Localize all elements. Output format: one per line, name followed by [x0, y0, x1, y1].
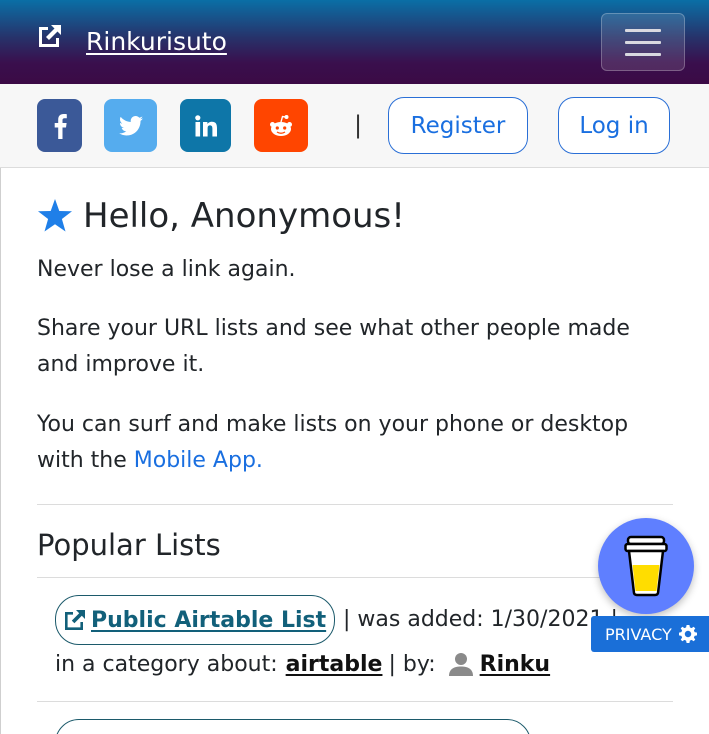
divider [37, 504, 673, 505]
external-link-icon [39, 25, 61, 47]
author-link[interactable]: Rinku [480, 652, 550, 677]
hamburger-icon-bar [625, 52, 661, 56]
category-link[interactable]: airtable [286, 652, 383, 677]
hamburger-icon-bar [625, 28, 661, 32]
by-label: | by: [388, 651, 436, 677]
list-link-pill[interactable] [55, 719, 531, 734]
divider [37, 701, 673, 702]
surf-text: You can surf and make lists on your phon… [37, 412, 629, 473]
twitter-icon [118, 115, 143, 135]
coffee-cup-icon [624, 535, 668, 597]
greeting-heading: Hello, Anonymous! [37, 196, 405, 236]
reddit-share-button[interactable] [254, 99, 308, 152]
register-button[interactable]: Register [388, 97, 528, 154]
gear-icon [678, 625, 697, 643]
reddit-icon [270, 114, 292, 136]
user-icon [448, 653, 473, 676]
surf-paragraph: You can surf and make lists on your phon… [37, 407, 637, 479]
buy-me-coffee-button[interactable] [598, 518, 694, 614]
category-prefix: in a category about: [55, 651, 278, 677]
content-left-border [0, 168, 1, 734]
star-icon [38, 199, 72, 232]
popular-lists-title: Popular Lists [37, 528, 221, 562]
privacy-label: PRIVACY [605, 624, 672, 644]
list-added-date: | was added: 1/30/2021 | [343, 607, 618, 632]
facebook-icon [54, 113, 67, 139]
external-link-icon [65, 610, 85, 630]
divider [37, 577, 673, 578]
login-button[interactable]: Log in [558, 97, 670, 154]
social-auth-bar: | Register Log in [0, 84, 709, 168]
brand-name[interactable]: Rinkurisuto [86, 27, 227, 56]
separator: | [354, 111, 363, 139]
share-paragraph: Share your URL lists and see what other … [37, 316, 630, 377]
privacy-settings-button[interactable]: PRIVACY [591, 616, 709, 652]
top-navbar: Rinkurisuto [0, 0, 709, 84]
facebook-share-button[interactable] [37, 99, 82, 152]
linkedin-icon [194, 114, 217, 136]
greeting-text: Hello, Anonymous! [83, 196, 405, 236]
mobile-app-link[interactable]: Mobile App. [134, 448, 263, 473]
list-meta: in a category about: airtable | by: Rink… [55, 651, 550, 677]
brand[interactable]: Rinkurisuto [36, 22, 227, 56]
menu-toggle-button[interactable] [601, 13, 685, 71]
list-link-pill[interactable]: Public Airtable List [55, 595, 335, 645]
tagline: Never lose a link again. [37, 257, 296, 282]
linkedin-share-button[interactable] [180, 99, 231, 152]
twitter-share-button[interactable] [104, 99, 157, 152]
list-title-link[interactable]: Public Airtable List [91, 608, 326, 633]
hamburger-icon-bar [625, 40, 661, 44]
